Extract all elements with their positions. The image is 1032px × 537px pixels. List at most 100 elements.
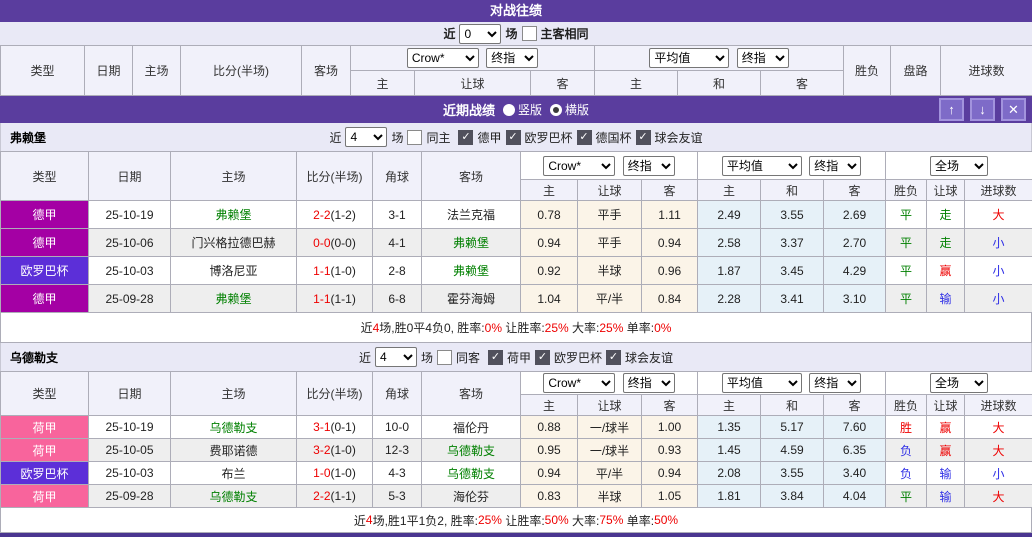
corner-score: 10-0 — [373, 416, 422, 439]
final-odds-select-2[interactable]: 终指 — [809, 373, 861, 393]
avg-away: 7.60 — [824, 416, 886, 439]
league-badge: 荷甲 — [1, 485, 89, 508]
freiburg-recent-count-select[interactable]: 4 — [345, 127, 387, 147]
odds-home: 0.94 — [521, 462, 578, 485]
move-down-button[interactable]: ↓ — [970, 98, 995, 121]
utrecht-recent-count-select[interactable]: 4 — [375, 347, 417, 367]
col-result: 胜负 — [886, 180, 927, 201]
average-odds-group: 平均值 终指 — [595, 46, 844, 71]
handicap-source-group: Crow* 终指 — [521, 152, 698, 180]
full-match-select[interactable]: 全场 — [930, 373, 988, 393]
corner-score: 4-1 — [373, 229, 422, 257]
avg-home: 2.49 — [698, 201, 761, 229]
league-bundesliga-checkbox[interactable]: ✓ — [458, 130, 473, 145]
same-home-checkbox[interactable] — [407, 130, 422, 145]
vertical-layout-radio[interactable] — [503, 104, 515, 116]
col-score: 比分(半场) — [181, 46, 302, 96]
full-match-select[interactable]: 全场 — [930, 156, 988, 176]
final-odds-select[interactable]: 终指 — [623, 156, 675, 176]
bookmaker-select[interactable]: Crow* — [543, 156, 615, 176]
odds-home: 1.04 — [521, 285, 578, 313]
same-home-away-label: 主客相同 — [541, 25, 589, 42]
league-eredivisie-label: 荷甲 — [507, 349, 531, 366]
move-up-button[interactable]: ↑ — [939, 98, 964, 121]
league-eredivisie-checkbox[interactable]: ✓ — [488, 350, 503, 365]
close-button[interactable]: ✕ — [1001, 98, 1026, 121]
match-date: 25-10-19 — [89, 201, 171, 229]
result-handicap: 输 — [927, 285, 965, 313]
league-badge: 德甲 — [1, 229, 89, 257]
league-bundesliga-label: 德甲 — [477, 129, 501, 146]
col-odds-away: 客 — [642, 180, 698, 201]
freiburg-team-name: 弗赖堡 — [10, 129, 46, 146]
avg-home: 1.35 — [698, 416, 761, 439]
recent-count-select[interactable]: 0 — [459, 24, 501, 44]
away-team: 弗赖堡 — [422, 257, 521, 285]
final-odds-select-2[interactable]: 终指 — [809, 156, 861, 176]
result-handicap: 赢 — [927, 416, 965, 439]
horizontal-layout-radio[interactable] — [550, 104, 562, 116]
col-avg-home: 主 — [698, 395, 761, 416]
match-date: 25-10-03 — [89, 462, 171, 485]
col-result: 胜负 — [886, 395, 927, 416]
average-select[interactable]: 平均值 — [649, 48, 729, 68]
col-avg-draw: 和 — [761, 180, 824, 201]
corner-score: 2-8 — [373, 257, 422, 285]
home-team: 乌德勒支 — [171, 485, 297, 508]
recent-label: 近 — [443, 25, 455, 42]
average-select[interactable]: 平均值 — [722, 373, 802, 393]
bottom-divider — [0, 533, 1032, 537]
corner-score: 5-3 — [373, 485, 422, 508]
corner-score: 3-1 — [373, 201, 422, 229]
league-europa-label: 欧罗巴杯 — [554, 349, 602, 366]
result-wdl: 平 — [886, 285, 927, 313]
horizontal-layout-label[interactable]: 横版 — [565, 103, 589, 117]
match-date: 25-09-28 — [89, 485, 171, 508]
odds-handicap: 平/半 — [578, 462, 642, 485]
col-corner: 角球 — [373, 372, 422, 416]
avg-draw: 5.17 — [761, 416, 824, 439]
result-goals: 大 — [965, 201, 1032, 229]
matches-label: 场 — [505, 25, 517, 42]
avg-away: 4.04 — [824, 485, 886, 508]
result-handicap: 走 — [927, 229, 965, 257]
league-badge: 欧罗巴杯 — [1, 257, 89, 285]
result-goals: 小 — [965, 285, 1032, 313]
league-friendly-checkbox[interactable]: ✓ — [636, 130, 651, 145]
final-odds-select[interactable]: 终指 — [486, 48, 538, 68]
bookmaker-select[interactable]: Crow* — [543, 373, 615, 393]
final-odds-select[interactable]: 终指 — [623, 373, 675, 393]
col-goals: 进球数 — [965, 395, 1032, 416]
score: 1-0(1-0) — [297, 462, 373, 485]
utrecht-section-header: 乌德勒支 近 4 场 同客 ✓ 荷甲 ✓ 欧罗巴杯 ✓ 球会友谊 — [0, 343, 1032, 371]
league-europa-checkbox[interactable]: ✓ — [506, 130, 521, 145]
average-select[interactable]: 平均值 — [722, 156, 802, 176]
same-away-checkbox[interactable] — [437, 350, 452, 365]
odds-home: 0.88 — [521, 416, 578, 439]
home-team: 博洛尼亚 — [171, 257, 297, 285]
head-to-head-filter-row: 近 0 场 主客相同 — [0, 22, 1032, 45]
same-home-away-checkbox[interactable] — [522, 26, 537, 41]
vertical-layout-label[interactable]: 竖版 — [518, 103, 542, 117]
match-date: 25-09-28 — [89, 285, 171, 313]
league-europa-checkbox[interactable]: ✓ — [535, 350, 550, 365]
odds-handicap: 一/球半 — [578, 416, 642, 439]
average-odds-group: 平均值 终指 — [698, 372, 886, 395]
odds-away: 0.94 — [642, 229, 698, 257]
odds-away: 1.05 — [642, 485, 698, 508]
col-away: 客场 — [422, 372, 521, 416]
col-type: 类型 — [1, 46, 85, 96]
league-pokal-checkbox[interactable]: ✓ — [577, 130, 592, 145]
league-friendly-checkbox[interactable]: ✓ — [606, 350, 621, 365]
bookmaker-select[interactable]: Crow* — [407, 48, 479, 68]
result-wdl: 平 — [886, 257, 927, 285]
table-row: 荷甲 25-10-05 费耶诺德 3-2(1-0) 12-3 乌德勒支 0.95… — [1, 439, 1032, 462]
col-odds-away: 客 — [642, 395, 698, 416]
final-odds-select-2[interactable]: 终指 — [737, 48, 789, 68]
col-date: 日期 — [89, 152, 171, 201]
odds-handicap: 平手 — [578, 201, 642, 229]
col-away: 客场 — [302, 46, 351, 96]
col-home: 主场 — [171, 152, 297, 201]
home-team: 布兰 — [171, 462, 297, 485]
avg-away: 3.40 — [824, 462, 886, 485]
